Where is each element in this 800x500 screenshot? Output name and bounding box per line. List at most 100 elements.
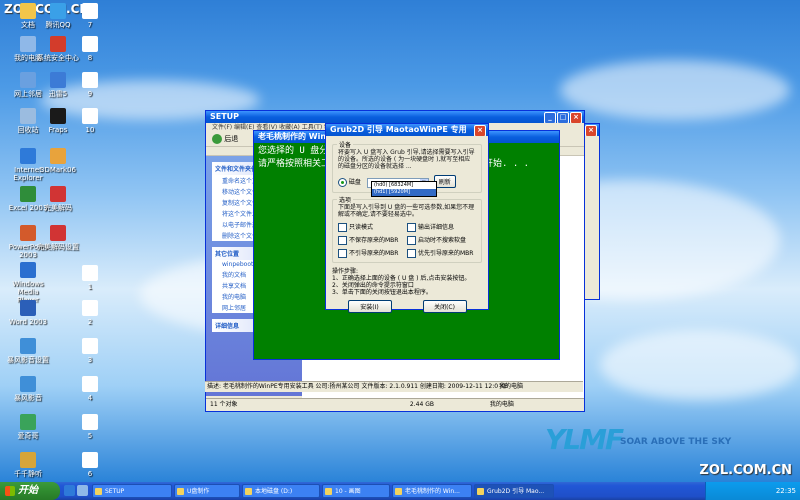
desktop-icon[interactable]: 3 (68, 338, 112, 364)
description-text: 描述: 老毛桃制作的WinPE专用安装工具 公司:扬州某公司 文件版本: 2.1… (207, 383, 509, 390)
desktop-icon[interactable]: 6 (68, 452, 112, 478)
explorer-statusbar: 11 个对象 2.44 GB 我的电脑 (206, 398, 584, 411)
desktop-icon-label: 4 (87, 394, 93, 402)
desktop-icon[interactable]: 3DMark06 (36, 148, 80, 174)
refresh-button[interactable]: 刷新 (433, 175, 456, 188)
desktop-icon[interactable]: 5 (68, 414, 112, 440)
desktop: ZOL.COM.CN 文档 我的电脑 网上邻居 回收站 Internet Explore… (0, 0, 800, 482)
dialog-buttons: 安装(I) 关闭(C) (332, 300, 482, 313)
install-button[interactable]: 安装(I) (347, 300, 392, 313)
desktop-icon[interactable]: 9 (68, 72, 112, 98)
desktop-shortcut-icon (82, 108, 98, 124)
dropdown-option-selected[interactable]: (hd1) [5920M] (372, 189, 436, 196)
grub-titlebar[interactable]: Grub2D 引导 MaotaoWinPE 专用 × (326, 124, 488, 136)
desktop-icon-label: 爱奇哥 (17, 432, 39, 440)
explorer-titlebar[interactable]: SETUP _ □ × (206, 111, 584, 123)
desktop-shortcut-icon (82, 452, 98, 468)
desktop-icon[interactable]: 暴风影音 (6, 376, 50, 402)
desktop-icon[interactable]: 10 (68, 108, 112, 134)
taskbar-button[interactable]: 本地磁盘 (D:) (242, 484, 320, 498)
grub-title: Grub2D 引导 MaotaoWinPE 专用 (330, 125, 467, 134)
minimize-icon[interactable]: _ (544, 112, 556, 123)
device-description: 将要写入 U 盘写入 Grub 引导,请选择需要写入引导的设备。所选的设备 ( … (338, 149, 475, 170)
desktop-icon[interactable]: 7 (68, 3, 112, 29)
desktop-icon[interactable]: 2 (68, 300, 112, 326)
status-location: 我的电脑 (489, 401, 514, 408)
desktop-icon[interactable]: 4 (68, 376, 112, 402)
ylmf-logo: YLMF SOAR ABOVE THE SKY (545, 423, 731, 456)
option-checkbox-row[interactable]: 优先引导原来的MBR (407, 248, 476, 258)
taskbar-button[interactable]: SETUP (92, 484, 172, 498)
taskbar-button[interactable]: Grub2D 引导 Mao... (474, 484, 554, 498)
console-line-2-tail: 开始. . . (484, 159, 530, 169)
step-item: 3、单击下面的关闭按钮退出本程序。 (332, 289, 432, 296)
checkbox[interactable] (407, 249, 416, 258)
grub-dialog[interactable]: Grub2D 引导 MaotaoWinPE 专用 × 设备 将要写入 U 盘写入… (325, 123, 489, 313)
show-desktop-icon[interactable] (77, 485, 88, 496)
checkbox[interactable] (338, 249, 347, 258)
desktop-shortcut-icon (82, 3, 98, 19)
desktop-shortcut-icon (50, 36, 66, 52)
option-checkbox-row[interactable]: 输出详细信息 (407, 222, 476, 232)
checkbox[interactable] (338, 223, 347, 232)
desktop-icon[interactable]: Word 2003 (6, 300, 50, 326)
desktop-icon[interactable]: Windows Media Player (6, 262, 50, 304)
desktop-shortcut-icon (82, 36, 98, 52)
option-label: 输出详细信息 (418, 224, 455, 231)
taskbar-button[interactable]: U盘制作 (174, 484, 240, 498)
watermark-bottom: ZOL.COM.CN (699, 463, 792, 478)
close-icon[interactable]: × (585, 125, 597, 136)
desktop-icon[interactable]: 爱奇哥 (6, 414, 50, 440)
desktop-icon-label: Word 2003 (8, 318, 48, 326)
disk-radio[interactable] (338, 178, 347, 187)
desktop-icon[interactable]: 1 (68, 265, 112, 291)
close-icon[interactable]: × (474, 125, 486, 136)
option-checkbox-row[interactable]: 只读模式 (338, 222, 407, 232)
back-arrow-icon[interactable] (212, 134, 222, 144)
taskbar-button[interactable]: 老毛桃制作的 Win... (392, 484, 472, 498)
desktop-icon[interactable]: 完美解码设置 (36, 225, 80, 251)
desktop-icon[interactable]: 暴风影音设置 (6, 338, 50, 364)
step-item: 1、正确选择上面的设备 ( U 盘 ) 后,点击安装按钮。 (332, 275, 471, 282)
clock[interactable]: 22:35 (776, 487, 796, 495)
option-checkbox-row[interactable]: 不保存原来的MBR (338, 235, 407, 245)
option-checkbox-row[interactable]: 启动时不搜索软盘 (407, 235, 476, 245)
option-label: 只读模式 (349, 224, 374, 231)
desktop-icon-label: 1 (87, 283, 93, 291)
desktop-shortcut-icon (82, 72, 98, 88)
desktop-icon-label: 暴风影音 (14, 394, 42, 402)
desktop-shortcut-icon (82, 414, 98, 430)
desktop-shortcut-icon (20, 225, 36, 241)
ylmf-logo-mark: YLMF (545, 423, 624, 456)
dropdown-option[interactable]: (hd0) [68324M] (372, 182, 436, 189)
desktop-shortcut-icon (20, 338, 36, 354)
desktop-shortcut-icon (82, 300, 98, 316)
desktop-shortcut-icon (20, 300, 36, 316)
start-button[interactable]: 开始 (0, 482, 60, 500)
close-icon[interactable]: × (570, 112, 582, 123)
option-label: 不引导原来的MBR (349, 250, 399, 257)
desktop-icon-label: 9 (87, 90, 93, 98)
back-button[interactable]: 后退 (224, 135, 238, 143)
desktop-icon[interactable]: 完美解码 (36, 186, 80, 212)
checkbox[interactable] (338, 236, 347, 245)
desktop-icon[interactable]: 千千静听 (6, 452, 50, 478)
maximize-icon[interactable]: □ (557, 112, 569, 123)
option-checkbox-row[interactable]: 不引导原来的MBR (338, 248, 407, 258)
console-title: 老毛桃制作的 Win (258, 132, 327, 141)
desktop-shortcut-icon (20, 262, 36, 278)
close-button[interactable]: 关闭(C) (422, 300, 467, 313)
desktop-shortcut-icon (82, 376, 98, 392)
desktop-shortcut-icon (20, 452, 36, 468)
desktop-icon[interactable]: 8 (68, 36, 112, 62)
disk-dropdown-list[interactable]: (hd0) [68324M] (hd1) [5920M] (371, 181, 437, 197)
desktop-icon-label: 暴风影音设置 (7, 356, 49, 364)
desktop-icon-label: 10 (85, 126, 95, 134)
desktop-icon-label: 2 (87, 318, 93, 326)
ie-quicklaunch-icon[interactable] (64, 485, 75, 496)
desktop-shortcut-icon (20, 36, 36, 52)
checkbox[interactable] (407, 223, 416, 232)
taskbar-button[interactable]: 10 - 画图 (322, 484, 390, 498)
desktop-shortcut-icon (50, 3, 66, 19)
checkbox[interactable] (407, 236, 416, 245)
